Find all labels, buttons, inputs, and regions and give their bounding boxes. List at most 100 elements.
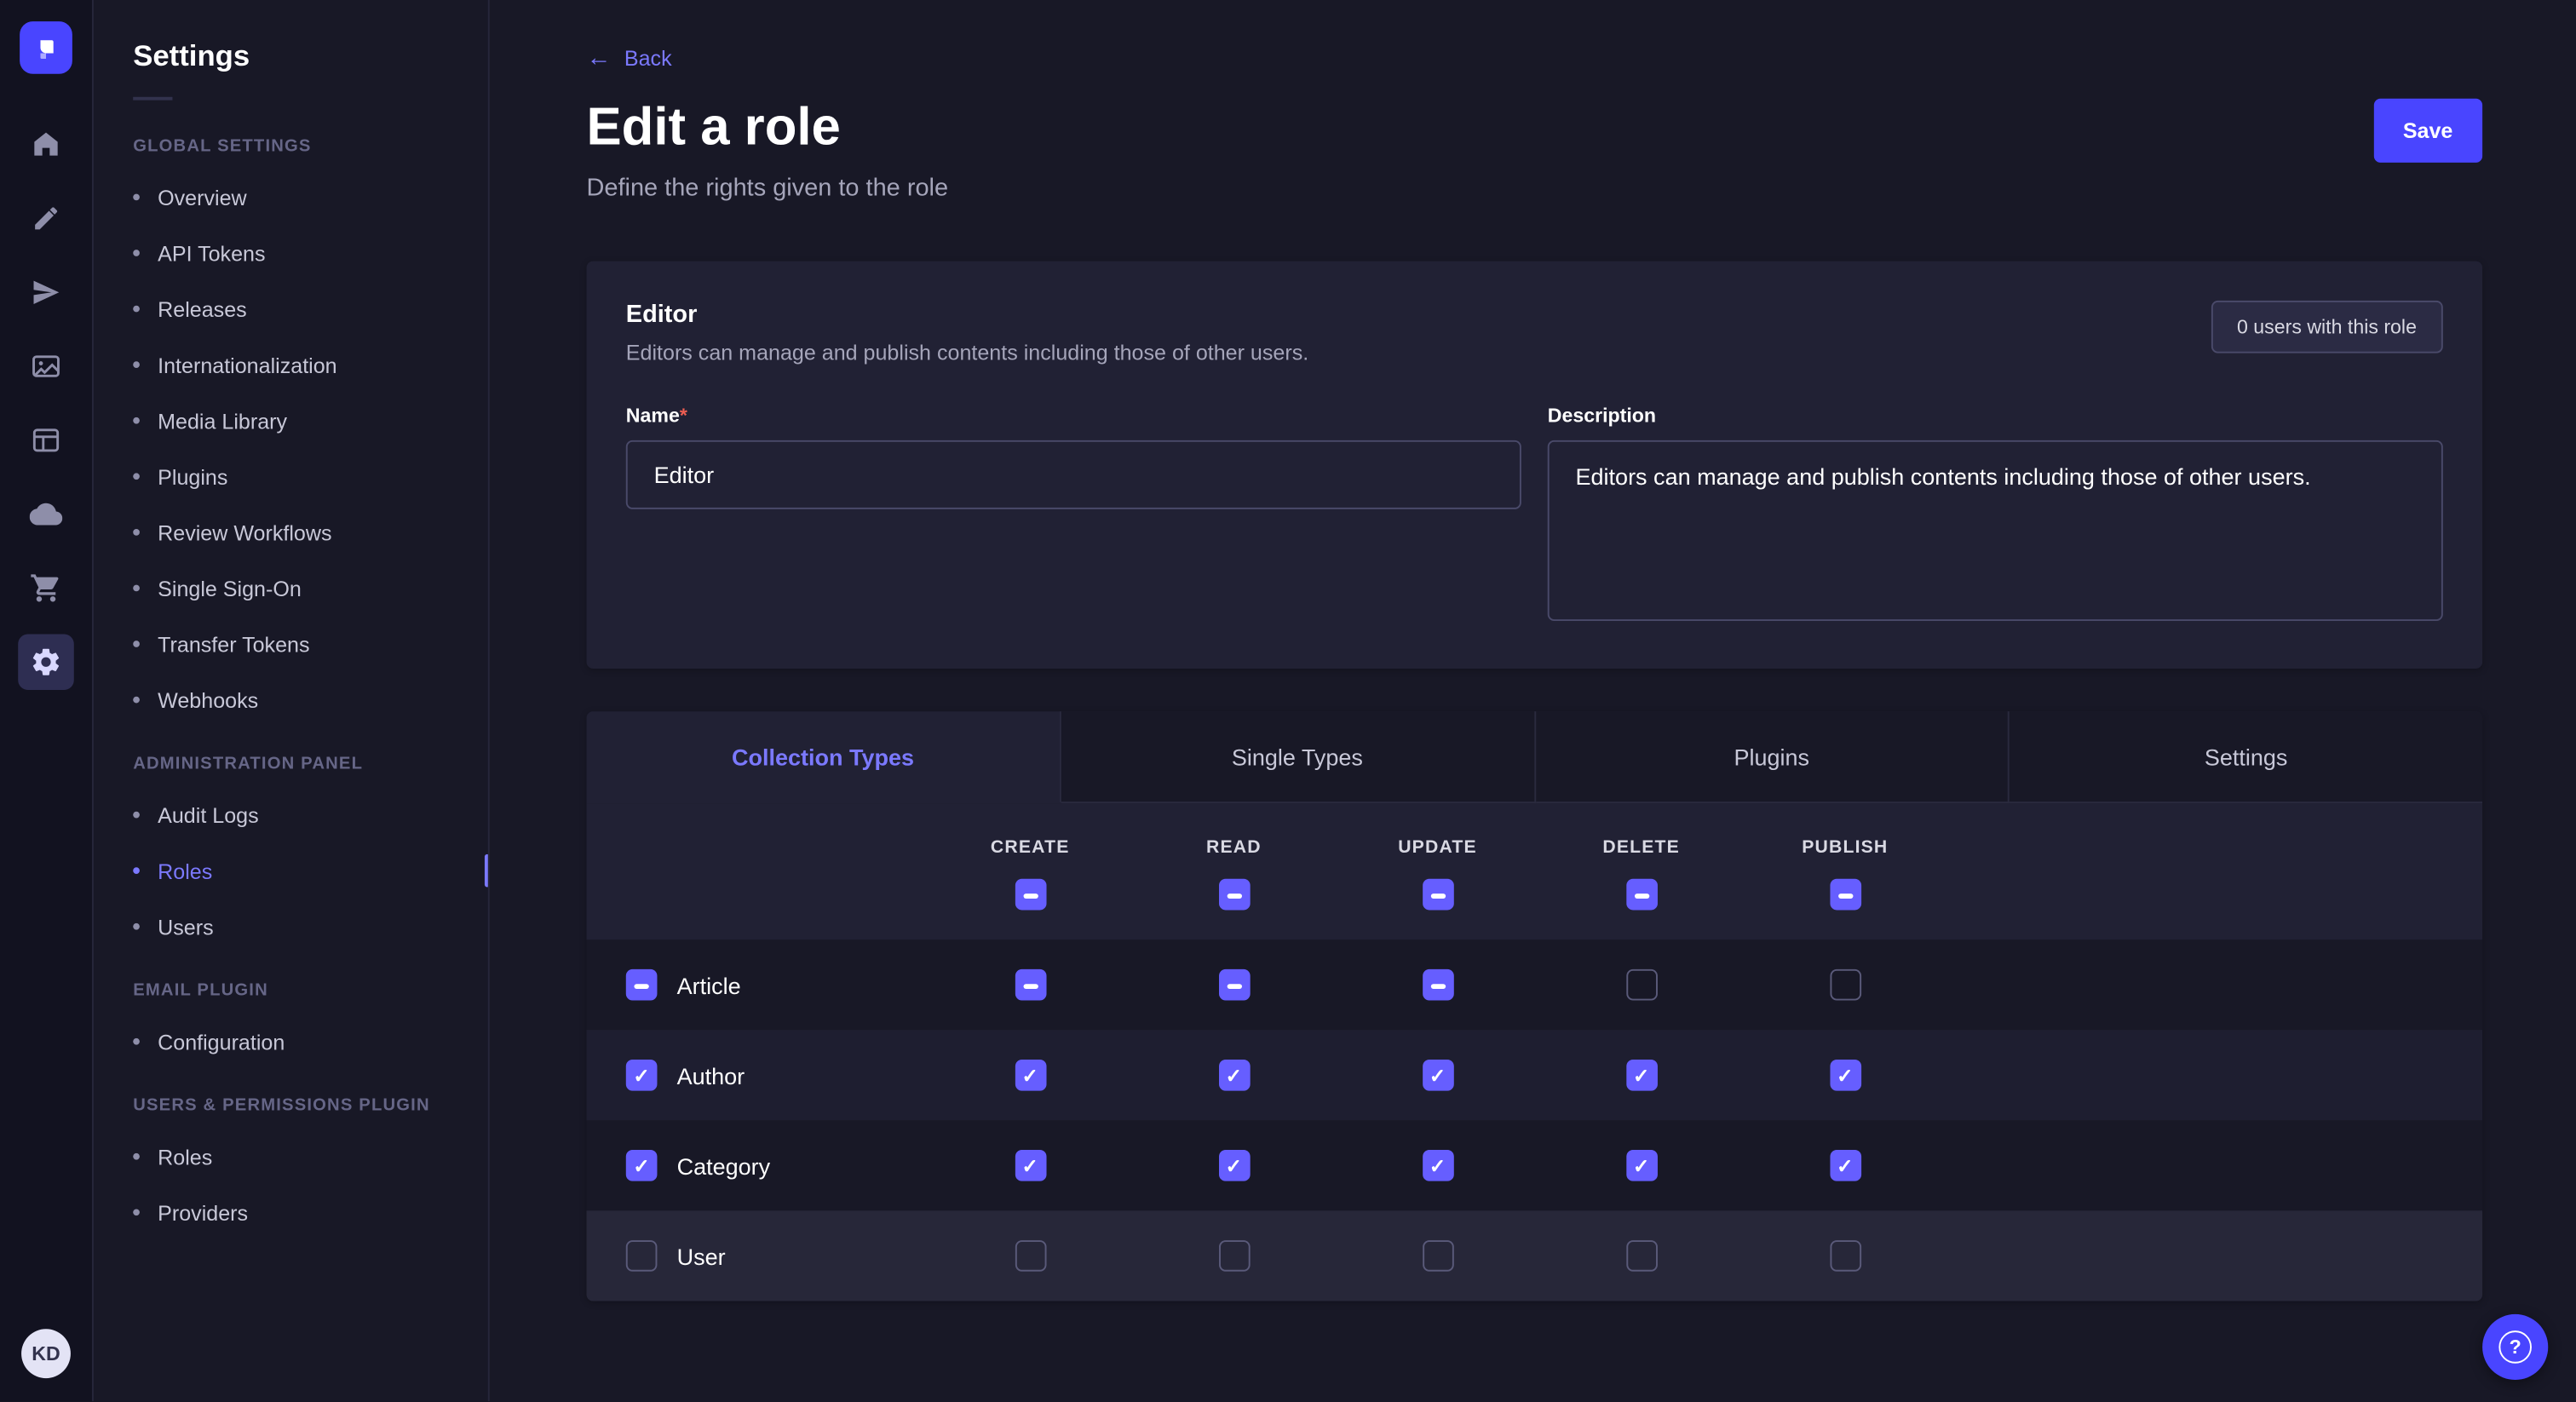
checkbox-publish[interactable] xyxy=(1829,1240,1860,1272)
checkbox-update[interactable] xyxy=(1422,1240,1453,1272)
help-button[interactable]: ? xyxy=(2482,1314,2548,1380)
checkbox-read[interactable] xyxy=(1218,969,1250,1001)
column-header-delete: DELETE xyxy=(1602,838,1680,858)
sidebar-item-up-roles[interactable]: Roles xyxy=(94,1129,488,1185)
sidebar-item-providers[interactable]: Providers xyxy=(94,1185,488,1241)
back-label: Back xyxy=(624,46,672,71)
sidebar-item-webhooks[interactable]: Webhooks xyxy=(94,672,488,728)
role-name: Editor xyxy=(626,301,1308,329)
name-input[interactable] xyxy=(626,440,1521,509)
checkbox-create[interactable] xyxy=(1015,969,1046,1001)
sidebar-item-api-tokens[interactable]: API Tokens xyxy=(94,225,488,281)
save-button[interactable]: Save xyxy=(2373,99,2482,163)
back-link[interactable]: ← Back xyxy=(587,46,672,71)
sidebar-item-overview[interactable]: Overview xyxy=(94,170,488,226)
sidebar-item-internationalization[interactable]: Internationalization xyxy=(94,336,488,393)
checkbox-delete[interactable] xyxy=(1625,1150,1657,1181)
sidebar-item-media-library[interactable]: Media Library xyxy=(94,393,488,449)
checkbox-read[interactable] xyxy=(1218,1150,1250,1181)
users-with-role-badge[interactable]: 0 users with this role xyxy=(2211,301,2443,353)
user-avatar[interactable]: KD xyxy=(21,1329,71,1378)
permissions-card: Collection Types Single Types Plugins Se… xyxy=(587,711,2483,1301)
row-select-checkbox[interactable] xyxy=(626,1240,658,1272)
bullet-icon xyxy=(133,529,140,536)
checkbox-read[interactable] xyxy=(1218,1060,1250,1091)
sidebar-item-review-workflows[interactable]: Review Workflows xyxy=(94,504,488,560)
sidebar-item-label: Single Sign-On xyxy=(158,576,302,600)
sidebar-item-label: Media Library xyxy=(158,408,287,433)
gear-icon[interactable] xyxy=(18,634,74,690)
sidebar-item-label: Transfer Tokens xyxy=(158,632,309,657)
checkbox-update[interactable] xyxy=(1422,1150,1453,1181)
row-label[interactable]: User xyxy=(677,1243,726,1269)
bullet-icon xyxy=(133,812,140,819)
sidebar-item-transfer-tokens[interactable]: Transfer Tokens xyxy=(94,616,488,672)
sidebar-divider xyxy=(133,97,172,101)
permissions-rows: Article Author xyxy=(587,939,2483,1301)
checkbox-publish[interactable] xyxy=(1829,1150,1860,1181)
sidebar-item-label: Review Workflows xyxy=(158,520,331,544)
select-all-update-checkbox[interactable] xyxy=(1422,879,1453,911)
sidebar-item-label: Overview xyxy=(158,185,247,210)
sidebar-item-single-sign-on[interactable]: Single Sign-On xyxy=(94,560,488,617)
tab-collection-types[interactable]: Collection Types xyxy=(587,711,1061,803)
sidebar-item-configuration[interactable]: Configuration xyxy=(94,1014,488,1070)
tab-single-types[interactable]: Single Types xyxy=(1061,711,1535,803)
sidebar-item-plugins[interactable]: Plugins xyxy=(94,449,488,505)
checkbox-create[interactable] xyxy=(1015,1240,1046,1272)
tab-plugins[interactable]: Plugins xyxy=(1535,711,2010,803)
row-label[interactable]: Article xyxy=(677,972,741,998)
select-all-read-checkbox[interactable] xyxy=(1218,879,1250,911)
sidebar-title: Settings xyxy=(94,39,488,74)
row-select-checkbox[interactable] xyxy=(626,1150,658,1181)
sidebar-item-audit-logs[interactable]: Audit Logs xyxy=(94,787,488,843)
checkbox-create[interactable] xyxy=(1015,1150,1046,1181)
checkbox-delete[interactable] xyxy=(1625,1240,1657,1272)
sidebar-item-label: Roles xyxy=(158,859,212,883)
layout-icon[interactable] xyxy=(18,412,74,468)
sidebar-item-releases[interactable]: Releases xyxy=(94,281,488,337)
required-asterisk: * xyxy=(680,404,687,427)
row-label[interactable]: Author xyxy=(677,1062,745,1089)
row-select-checkbox[interactable] xyxy=(626,1060,658,1091)
bullet-icon xyxy=(133,1209,140,1215)
sidebar-item-label: Releases xyxy=(158,296,247,321)
tab-settings[interactable]: Settings xyxy=(2010,711,2482,803)
checkbox-delete[interactable] xyxy=(1625,969,1657,1001)
sidebar-item-label: Internationalization xyxy=(158,353,336,377)
checkbox-read[interactable] xyxy=(1218,1240,1250,1272)
checkbox-delete[interactable] xyxy=(1625,1060,1657,1091)
select-all-delete-checkbox[interactable] xyxy=(1625,879,1657,911)
checkbox-create[interactable] xyxy=(1015,1060,1046,1091)
strapi-admin-app: KD Settings GLOBAL SETTINGS Overview API… xyxy=(0,0,2576,1401)
checkbox-publish[interactable] xyxy=(1829,969,1860,1001)
checkbox-update[interactable] xyxy=(1422,969,1453,1001)
row-label[interactable]: Category xyxy=(677,1152,771,1179)
bullet-icon xyxy=(133,923,140,930)
sidebar-item-label: Audit Logs xyxy=(158,802,258,827)
description-textarea[interactable]: Editors can manage and publish contents … xyxy=(1548,440,2443,621)
bullet-icon xyxy=(133,306,140,313)
settings-sidebar: Settings GLOBAL SETTINGS Overview API To… xyxy=(94,0,490,1401)
pen-icon[interactable] xyxy=(18,191,74,247)
select-all-publish-checkbox[interactable] xyxy=(1829,879,1860,911)
strapi-logo[interactable] xyxy=(20,21,72,74)
paper-plane-icon[interactable] xyxy=(18,265,74,321)
permissions-header-row: CREATE READ UPDATE DELETE PUBLISH xyxy=(587,803,2483,939)
checkbox-publish[interactable] xyxy=(1829,1060,1860,1091)
role-details-card: Editor Editors can manage and publish co… xyxy=(587,261,2483,669)
images-icon[interactable] xyxy=(18,338,74,394)
permission-row-user: User xyxy=(587,1210,2483,1301)
row-select-checkbox[interactable] xyxy=(626,969,658,1001)
icon-rail: KD xyxy=(0,0,94,1401)
column-header-update: UPDATE xyxy=(1398,838,1477,858)
section-email-plugin: EMAIL PLUGIN xyxy=(94,955,488,1014)
home-icon[interactable] xyxy=(18,117,74,173)
sidebar-item-users[interactable]: Users xyxy=(94,899,488,955)
checkbox-update[interactable] xyxy=(1422,1060,1453,1091)
cart-icon[interactable] xyxy=(18,560,74,617)
cloud-icon[interactable] xyxy=(18,486,74,543)
description-field-label: Description xyxy=(1548,404,2443,427)
select-all-create-checkbox[interactable] xyxy=(1015,879,1046,911)
sidebar-item-roles[interactable]: Roles xyxy=(94,842,488,899)
